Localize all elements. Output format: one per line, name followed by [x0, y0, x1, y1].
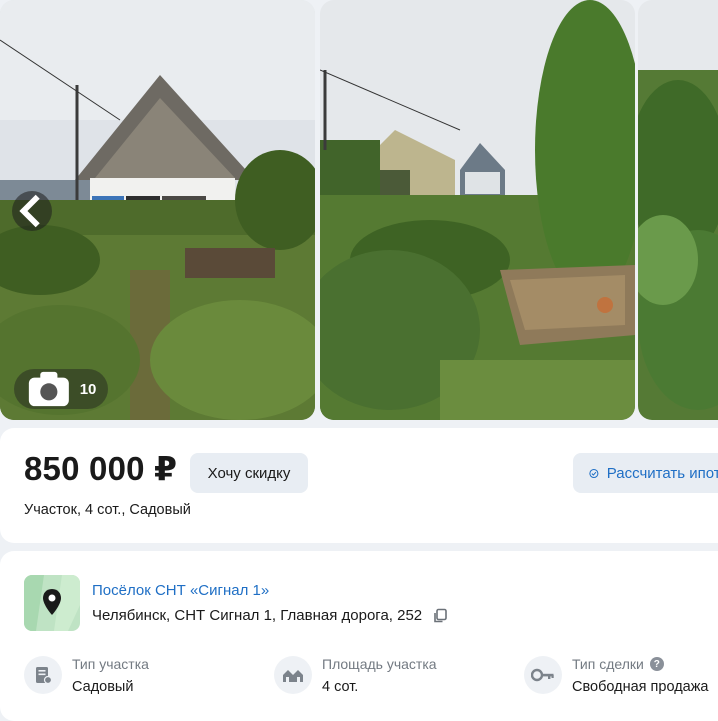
- want-discount-button[interactable]: Хочу скидку: [190, 453, 308, 493]
- photo-count-badge[interactable]: 10: [14, 369, 109, 409]
- key-icon: [524, 656, 562, 694]
- copy-icon[interactable]: [432, 608, 448, 624]
- mortgage-button-label: Рассчитать ипотеку: [606, 464, 718, 482]
- photo-garden-house[interactable]: 10: [0, 0, 315, 420]
- param-value: 4 сот.: [322, 679, 359, 695]
- param-plot-area: Площадь участка 4 сот.: [274, 656, 437, 695]
- param-label-row: Тип сделки ?: [572, 656, 709, 672]
- param-value: Свободная продажа: [572, 679, 709, 695]
- calculate-mortgage-button[interactable]: Рассчитать ипотеку: [573, 453, 718, 493]
- param-label: Тип участка: [72, 656, 149, 672]
- param-label: Тип сделки: [572, 656, 644, 672]
- map-pin-icon: [24, 575, 80, 631]
- param-label: Площадь участка: [322, 656, 437, 672]
- param-value: Садовый: [72, 679, 134, 695]
- listing-price: 850 000 ₽: [24, 450, 178, 487]
- previous-photo-button[interactable]: [12, 191, 52, 231]
- photo-count: 10: [79, 380, 97, 398]
- map-thumbnail[interactable]: [24, 575, 80, 631]
- village-link[interactable]: Посёлок СНТ «Сигнал 1»: [92, 582, 269, 599]
- greenhouse-garden-image: [320, 0, 635, 420]
- plot-type-icon: [24, 656, 62, 694]
- listing-subtitle: Участок, 4 сот., Садовый: [24, 502, 191, 518]
- area-icon: [274, 656, 312, 694]
- help-icon[interactable]: ?: [649, 657, 664, 671]
- photo-apple-tree[interactable]: [638, 0, 718, 420]
- photo-greenhouse[interactable]: [320, 0, 635, 420]
- address-text: Челябинск, СНТ Сигнал 1, Главная дорога,…: [92, 607, 423, 624]
- address-row: Челябинск, СНТ Сигнал 1, Главная дорога,…: [92, 607, 448, 624]
- apple-tree-image: [638, 0, 718, 420]
- param-deal-type: Тип сделки ? Свободная продажа: [524, 656, 709, 695]
- param-plot-type: Тип участка Садовый: [24, 656, 149, 695]
- photo-gallery: 10: [0, 0, 718, 420]
- chevron-left-icon: [19, 194, 40, 228]
- camera-icon: [28, 371, 69, 407]
- check-circle-icon: [589, 468, 599, 478]
- info-card: [0, 551, 718, 721]
